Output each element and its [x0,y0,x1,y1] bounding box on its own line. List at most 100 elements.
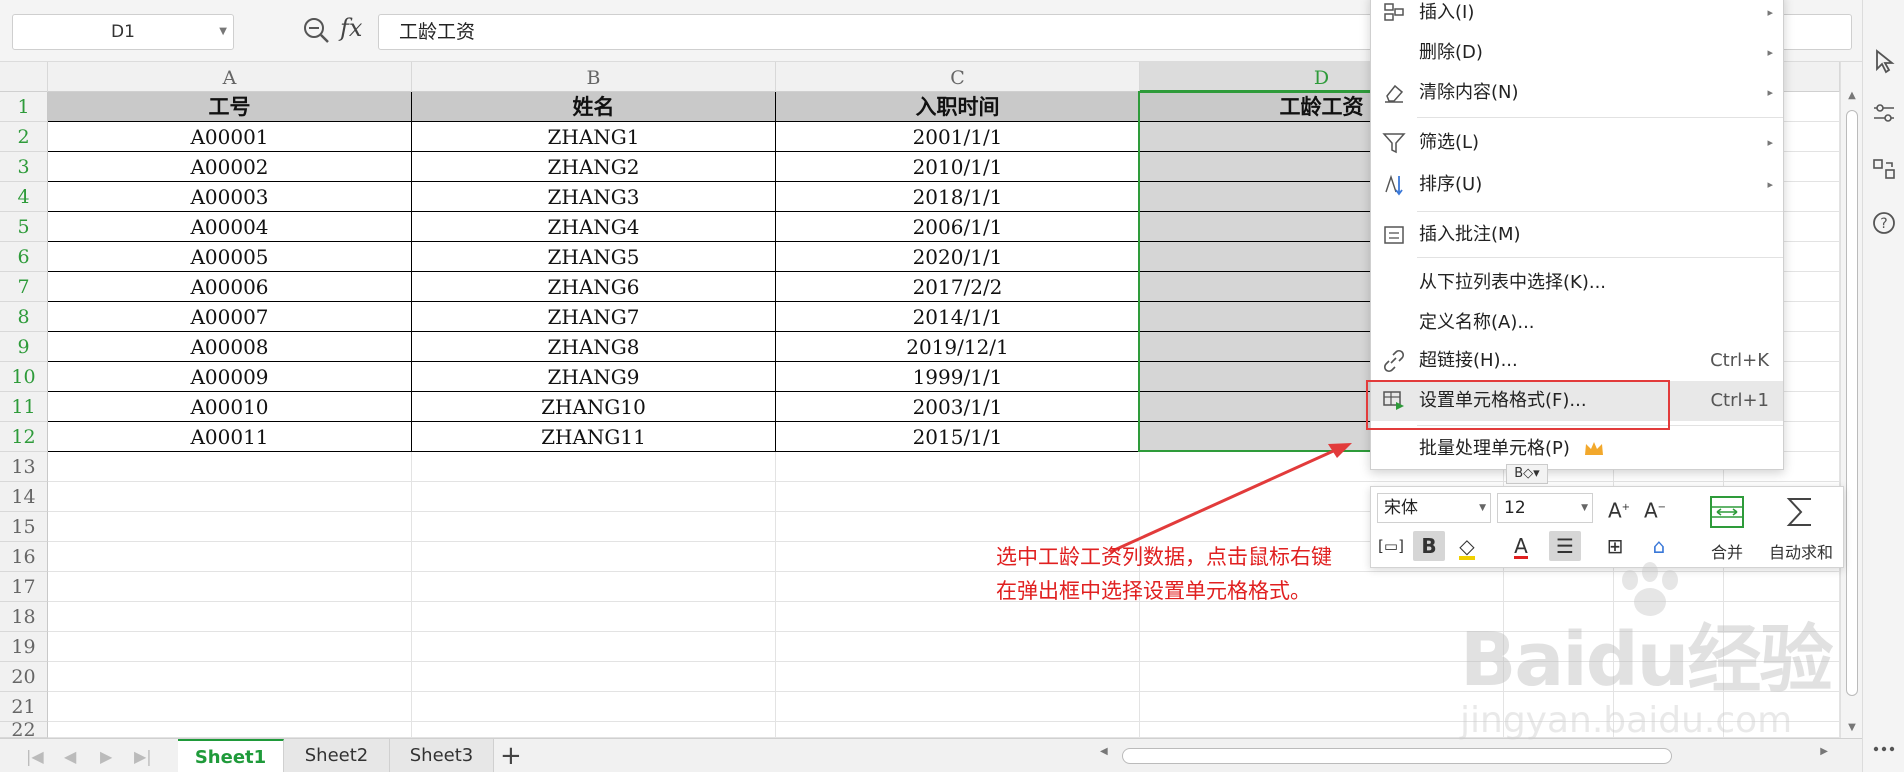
table-cell[interactable]: ZHANG8 [412,332,776,362]
table-cell[interactable]: A00011 [48,422,412,452]
table-cell[interactable]: ZHANG2 [412,152,776,182]
increase-font-icon[interactable]: A+ [1603,493,1635,523]
row-header[interactable]: 22 [0,722,48,738]
help-icon[interactable]: ? [1871,210,1897,236]
scroll-left-icon[interactable]: ◀ [1100,746,1108,757]
font-name-select[interactable]: 宋体 ▼ [1377,493,1491,523]
empty-cell[interactable] [412,692,776,722]
empty-cell[interactable] [412,542,776,572]
tab-sheet3[interactable]: Sheet3 [390,739,494,772]
table-cell[interactable]: A00001 [48,122,412,152]
row-header[interactable]: 7 [0,272,48,302]
row-header[interactable]: 6 [0,242,48,272]
empty-cell[interactable] [776,452,1140,482]
menu-item-define-name[interactable]: 定义名称(A)... [1371,303,1783,343]
empty-cell[interactable] [776,662,1140,692]
empty-cell[interactable] [48,602,412,632]
row-header[interactable]: 2 [0,122,48,152]
decrease-font-icon[interactable]: A− [1639,493,1671,523]
row-header[interactable]: 18 [0,602,48,632]
table-cell[interactable]: 2003/1/1 [776,392,1140,422]
empty-cell[interactable] [48,542,412,572]
table-cell[interactable]: 2015/1/1 [776,422,1140,452]
empty-cell[interactable] [412,662,776,692]
table-cell[interactable]: A00004 [48,212,412,242]
table-cell[interactable]: 2006/1/1 [776,212,1140,242]
empty-cell[interactable] [776,482,1140,512]
table-cell[interactable]: ZHANG3 [412,182,776,212]
tab-sheet2[interactable]: Sheet2 [284,739,390,772]
table-cell[interactable]: 1999/1/1 [776,362,1140,392]
empty-cell[interactable] [412,602,776,632]
table-cell[interactable]: 2001/1/1 [776,122,1140,152]
row-header[interactable]: 11 [0,392,48,422]
table-cell[interactable]: A00008 [48,332,412,362]
table-header-cell[interactable]: 入职时间 [776,92,1140,122]
row-header[interactable]: 12 [0,422,48,452]
empty-cell[interactable] [1140,692,1504,722]
table-cell[interactable]: A00003 [48,182,412,212]
table-cell[interactable]: ZHANG11 [412,422,776,452]
chevron-down-icon[interactable]: ▼ [219,15,227,49]
sliders-icon[interactable] [1871,100,1897,126]
empty-cell[interactable] [48,512,412,542]
menu-item-insert[interactable]: 插入(I) ▸ [1371,0,1783,33]
row-header[interactable]: 3 [0,152,48,182]
cursor-select-icon[interactable] [1871,48,1897,74]
row-header[interactable]: 1 [0,92,48,122]
table-cell[interactable]: A00010 [48,392,412,422]
add-sheet-button[interactable]: + [500,741,522,771]
table-header-cell[interactable]: 工号 [48,92,412,122]
scroll-down-icon[interactable]: ▼ [1841,722,1863,733]
table-cell[interactable]: 2014/1/1 [776,302,1140,332]
menu-item-batch-cells[interactable]: 批量处理单元格(P) [1371,429,1783,469]
table-cell[interactable]: ZHANG5 [412,242,776,272]
table-cell[interactable]: A00005 [48,242,412,272]
first-sheet-icon[interactable]: |◀ [26,747,44,766]
empty-cell[interactable] [48,452,412,482]
row-header[interactable]: 16 [0,542,48,572]
row-header[interactable]: 21 [0,692,48,722]
column-header-c[interactable]: C [776,62,1140,92]
empty-cell[interactable] [412,722,776,738]
transform-icon[interactable] [1871,156,1897,182]
more-icon[interactable] [1871,736,1897,762]
fill-color-icon[interactable]: ◇ [1451,531,1483,561]
table-cell[interactable]: ZHANG4 [412,212,776,242]
bold-button[interactable]: B [1413,531,1445,561]
empty-cell[interactable] [776,512,1140,542]
vertical-scroll-thumb[interactable] [1846,110,1858,696]
empty-cell[interactable] [776,692,1140,722]
table-cell[interactable]: A00002 [48,152,412,182]
row-header[interactable]: 8 [0,302,48,332]
table-cell[interactable]: ZHANG9 [412,362,776,392]
menu-item-pick-from-list[interactable]: 从下拉列表中选择(K)... [1371,263,1783,303]
table-cell[interactable]: ZHANG6 [412,272,776,302]
row-header[interactable]: 13 [0,452,48,482]
empty-cell[interactable] [1140,722,1504,738]
empty-cell[interactable] [48,572,412,602]
empty-cell[interactable] [776,632,1140,662]
menu-item-sort[interactable]: 排序(U) ▸ [1371,165,1783,205]
row-header[interactable]: 20 [0,662,48,692]
format-painter-icon[interactable]: [▭] [1375,531,1407,561]
menu-item-insert-comment[interactable]: 插入批注(M) [1371,215,1783,255]
font-color-icon[interactable]: A [1505,531,1537,561]
empty-cell[interactable] [48,632,412,662]
empty-cell[interactable] [412,512,776,542]
zoom-icon[interactable] [302,16,330,44]
last-sheet-icon[interactable]: ▶| [134,747,152,766]
align-center-icon[interactable]: ☰ [1549,531,1581,561]
table-cell[interactable]: A00006 [48,272,412,302]
table-cell[interactable]: 2010/1/1 [776,152,1140,182]
paste-options-icon[interactable]: B◇▾ [1506,464,1548,484]
prev-sheet-icon[interactable]: ◀ [64,747,76,766]
empty-cell[interactable] [412,632,776,662]
clear-format-icon[interactable]: ⌂ [1643,531,1675,561]
row-header[interactable]: 15 [0,512,48,542]
empty-cell[interactable] [48,482,412,512]
next-sheet-icon[interactable]: ▶ [100,747,112,766]
empty-cell[interactable] [48,662,412,692]
table-cell[interactable]: ZHANG1 [412,122,776,152]
empty-cell[interactable] [48,722,412,738]
